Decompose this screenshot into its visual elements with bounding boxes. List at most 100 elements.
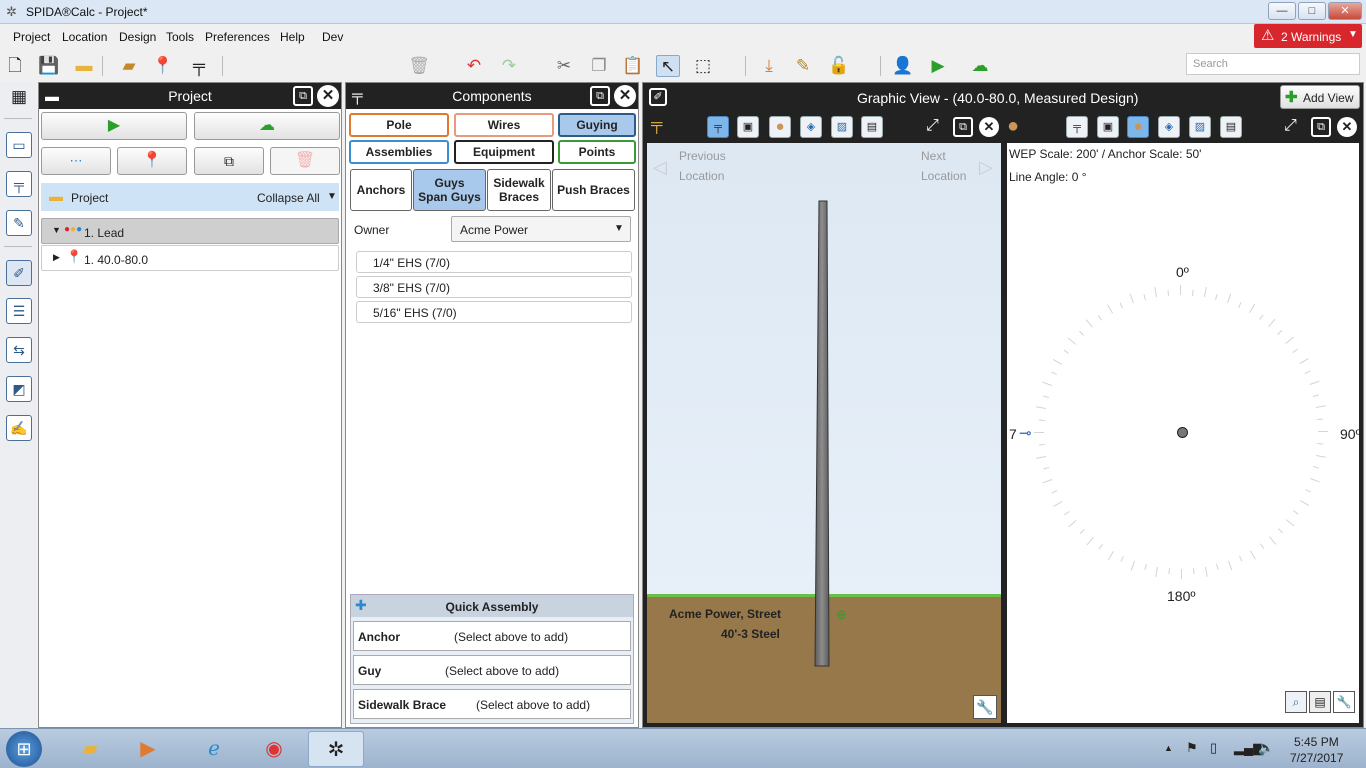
graphic-view-icon[interactable]: ✐ xyxy=(6,260,32,286)
compare-view-icon[interactable]: ⇆ xyxy=(6,337,32,363)
copy-icon[interactable]: ❐ xyxy=(587,55,611,77)
close-window-button[interactable]: ✕ xyxy=(1328,2,1362,20)
delete-item-button[interactable]: 🗑 xyxy=(270,147,340,175)
wire-end-icon[interactable]: ⊸ xyxy=(1019,424,1032,442)
popout-icon[interactable]: ⧉ xyxy=(953,117,973,137)
project-view-icon[interactable]: ▭ xyxy=(6,132,32,158)
volume-icon[interactable]: 🔈 xyxy=(1258,740,1274,756)
subtab-push-braces[interactable]: Push Braces xyxy=(552,169,635,211)
chart-view-icon[interactable]: ◩ xyxy=(6,376,32,402)
plan-canvas[interactable]: WEP Scale: 200' / Anchor Scale: 50' Line… xyxy=(1007,143,1361,723)
tag-icon[interactable]: ✎ xyxy=(791,55,815,77)
subtab-sidewalk-braces[interactable]: Sidewalk Braces xyxy=(487,169,551,211)
expand-icon[interactable]: ⤢ xyxy=(926,117,939,135)
pole-toggle-icon[interactable]: ╤ xyxy=(707,116,729,138)
photo-icon[interactable]: ▤ xyxy=(1220,116,1242,138)
add-lead-button[interactable]: ⋯ xyxy=(41,147,111,175)
flag-icon[interactable]: ⚑ xyxy=(1186,740,1198,756)
cut-icon[interactable]: ✂ xyxy=(552,55,576,77)
image-icon[interactable]: ▨ xyxy=(831,116,853,138)
tab-equipment[interactable]: Equipment xyxy=(454,140,554,164)
menu-design[interactable]: Design xyxy=(119,30,156,44)
subtab-guys[interactable]: Guys Span Guys xyxy=(413,169,486,211)
location-pin-icon[interactable]: 📍 xyxy=(151,55,175,77)
qa-row-sidewalk-brace[interactable]: Sidewalk Brace (Select above to add) xyxy=(353,689,631,719)
minimize-button[interactable]: — xyxy=(1268,2,1296,20)
undo-icon[interactable]: ↶ xyxy=(462,55,486,77)
cloud-run-button[interactable]: ☁ xyxy=(194,112,340,140)
list-item[interactable]: 1/4" EHS (7/0) xyxy=(356,251,632,273)
tab-assemblies[interactable]: Assemblies xyxy=(349,140,449,164)
close-view-button[interactable]: ✕ xyxy=(979,117,999,137)
start-button[interactable]: ⊞ xyxy=(6,731,42,767)
tab-wires[interactable]: Wires xyxy=(454,113,554,137)
menu-dev[interactable]: Dev xyxy=(322,30,343,44)
notes-icon[interactable]: ▤ xyxy=(1309,691,1331,713)
new-file-icon[interactable]: 🗋 xyxy=(3,55,27,77)
popout-icon[interactable]: ⧉ xyxy=(590,86,610,106)
pole-canvas[interactable]: ◁ Previous Location Next Location ▷ Acme… xyxy=(647,143,1001,723)
clock-date[interactable]: 7/27/2017 xyxy=(1290,751,1343,765)
delete-icon[interactable]: 🗑 xyxy=(407,55,431,77)
cube-icon[interactable]: ▣ xyxy=(737,116,759,138)
top-view-icon[interactable]: ● xyxy=(769,116,791,138)
list-item[interactable]: 3/8" EHS (7/0) xyxy=(356,276,632,298)
image-icon[interactable]: ▨ xyxy=(1189,116,1211,138)
zoom-icon[interactable]: ⌕ xyxy=(1285,691,1307,713)
wrench-icon[interactable]: 🔧 xyxy=(973,695,997,719)
menu-preferences[interactable]: Preferences xyxy=(205,30,270,44)
project-folder-row[interactable]: ▬ Project Collapse All ▼ xyxy=(41,183,339,211)
run-analysis-button[interactable]: ▶ xyxy=(41,112,187,140)
menu-help[interactable]: Help xyxy=(280,30,305,44)
calculator-icon[interactable]: ▦ xyxy=(6,85,32,111)
wrench-icon[interactable]: 🔧 xyxy=(1333,691,1355,713)
tree-item-location[interactable]: ▶ 📍 1. 40.0-80.0 xyxy=(41,245,339,271)
cloud-run-icon[interactable]: ☁ xyxy=(963,55,997,77)
next-label[interactable]: Next xyxy=(921,149,946,163)
pole-toggle-icon[interactable]: ╤ xyxy=(1066,116,1088,138)
select-pointer-icon[interactable]: ↖ xyxy=(656,55,680,77)
edit-view-icon[interactable]: ✎ xyxy=(6,210,32,236)
previous-arrow-icon[interactable]: ◁ xyxy=(653,157,667,178)
top-view-toggle-icon[interactable]: ● xyxy=(1127,116,1149,138)
report-view-icon[interactable]: ✍ xyxy=(6,415,32,441)
tab-guying[interactable]: Guying xyxy=(558,113,636,137)
list-view-icon[interactable]: ☰ xyxy=(6,298,32,324)
pole-view-icon[interactable]: ╤ xyxy=(6,171,32,197)
clock-time[interactable]: 5:45 PM xyxy=(1294,735,1339,749)
run-icon[interactable]: ▶ xyxy=(926,55,950,77)
owner-select[interactable]: Acme Power ▼ xyxy=(451,216,631,242)
pole-center-marker[interactable] xyxy=(1177,427,1188,438)
collapse-all-button[interactable]: Collapse All xyxy=(257,191,320,205)
qa-row-guy[interactable]: Guy (Select above to add) xyxy=(353,655,631,685)
cube-icon[interactable]: ▣ xyxy=(1097,116,1119,138)
add-location-button[interactable]: 📍 xyxy=(117,147,187,175)
map-pin-icon[interactable]: ◈ xyxy=(800,116,822,138)
add-design-button[interactable]: ⧉ xyxy=(194,147,264,175)
menu-project[interactable]: Project xyxy=(13,30,50,44)
pole-shape[interactable] xyxy=(807,199,837,669)
map-pin-icon[interactable]: ◈ xyxy=(1158,116,1180,138)
tab-pole[interactable]: Pole xyxy=(349,113,449,137)
warnings-button[interactable]: ⚠ 2 Warnings ▼ xyxy=(1254,24,1362,48)
close-panel-button[interactable]: ✕ xyxy=(614,85,636,107)
spidacalc-task-icon[interactable]: ✲ xyxy=(308,731,364,767)
media-player-icon[interactable]: ▶ xyxy=(120,731,176,767)
previous-label-2[interactable]: Location xyxy=(679,169,724,183)
popout-icon[interactable]: ⧉ xyxy=(293,86,313,106)
paste-icon[interactable]: 📋 xyxy=(621,55,645,77)
tab-points[interactable]: Points xyxy=(558,140,636,164)
import-icon[interactable]: ⤓ xyxy=(757,55,781,77)
user-icon[interactable]: 👤 xyxy=(891,55,915,77)
popout-icon[interactable]: ⧉ xyxy=(1311,117,1331,137)
next-label-2[interactable]: Location xyxy=(921,169,966,183)
menu-location[interactable]: Location xyxy=(62,30,107,44)
file-explorer-icon[interactable]: ▰ xyxy=(62,731,118,767)
tree-item-lead[interactable]: ▼ ●●● 1. Lead xyxy=(41,218,339,244)
device-icon[interactable]: ▯ xyxy=(1210,740,1217,756)
search-input[interactable]: Search xyxy=(1186,53,1360,75)
redo-icon[interactable]: ↷ xyxy=(497,55,521,77)
expand-icon[interactable]: ⤢ xyxy=(1284,117,1297,135)
next-arrow-icon[interactable]: ▷ xyxy=(979,157,993,178)
photo-icon[interactable]: ▤ xyxy=(861,116,883,138)
